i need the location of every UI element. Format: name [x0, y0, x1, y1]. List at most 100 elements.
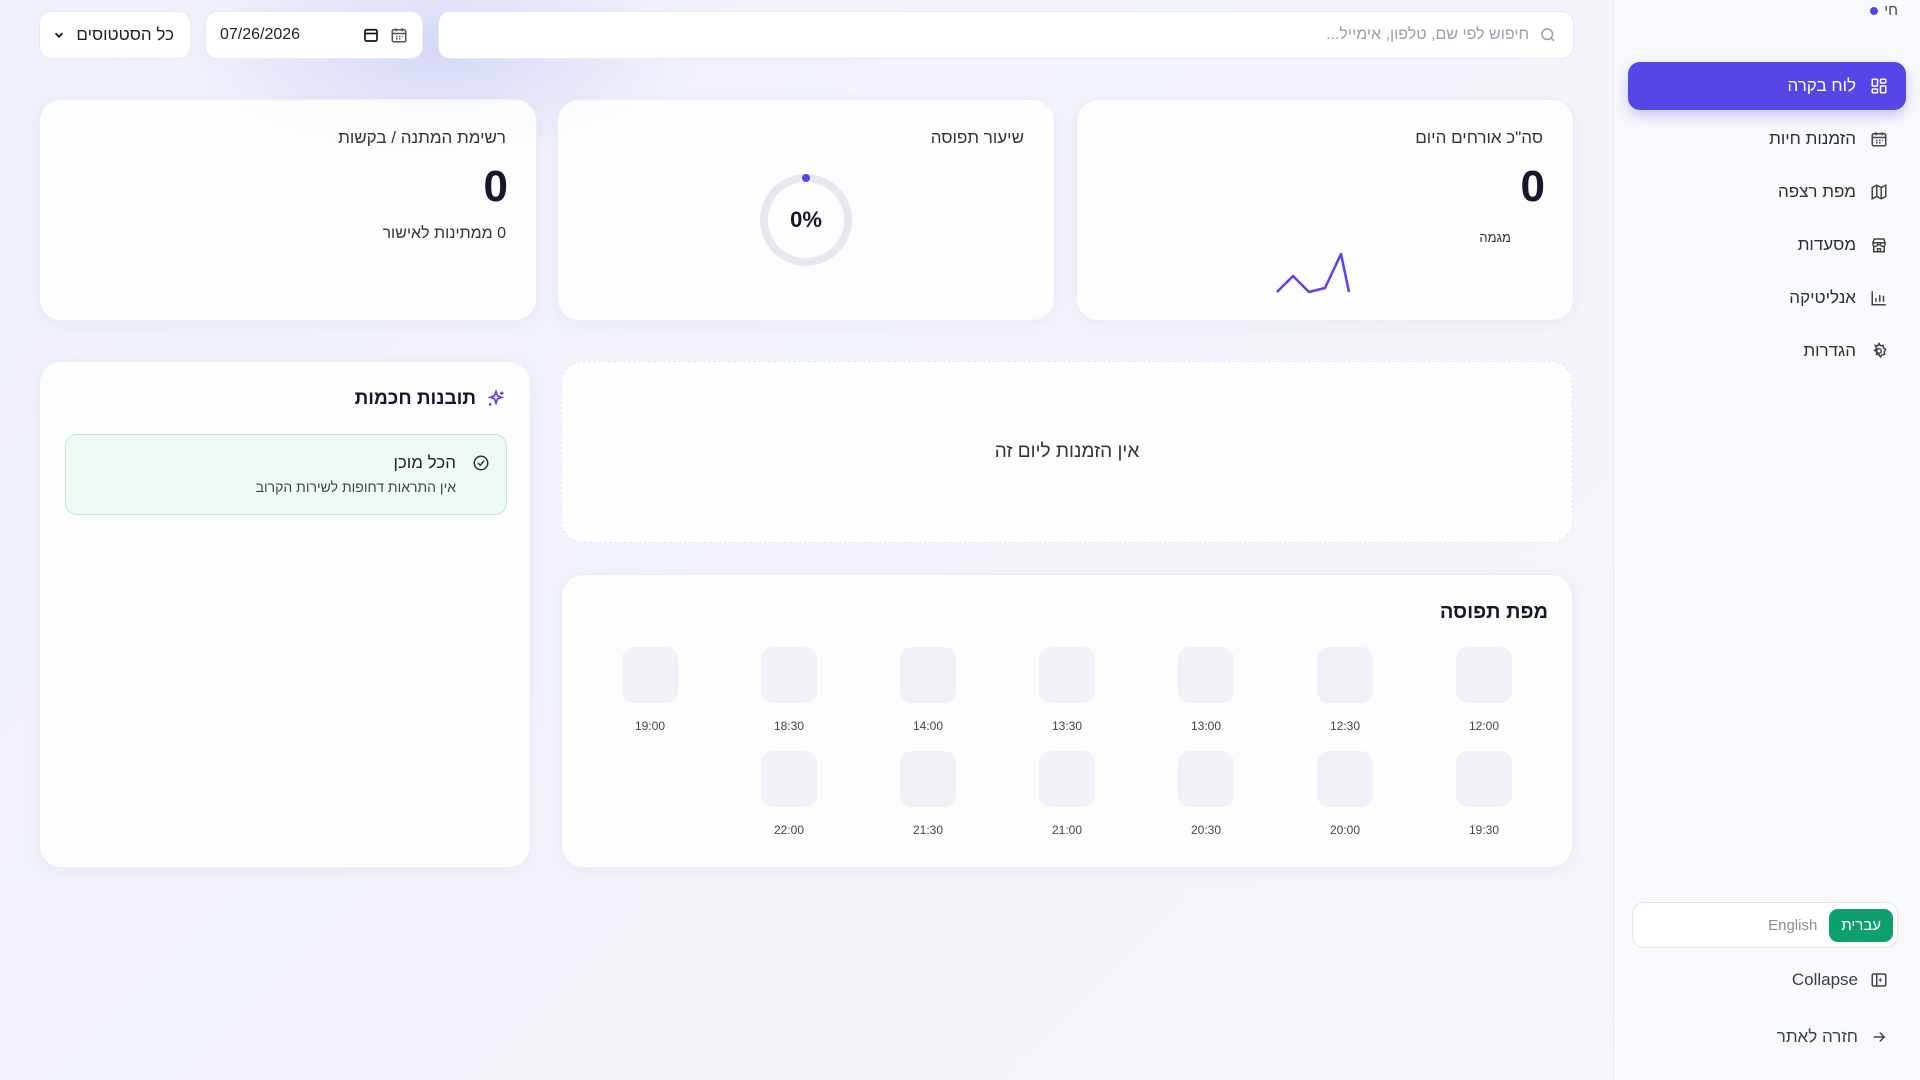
sidebar: חי לוח בקרה הזמנות חיות מפת רצפה מסעדות … — [1613, 0, 1920, 1080]
waitlist-stat-card: רשימת המתנה / בקשות 0 0 ממתינות לאישור — [39, 99, 537, 321]
insights-card: תובנות חכמות הכל מוכן אין התראות דחופות … — [39, 361, 531, 868]
time-slot-box — [1039, 751, 1095, 807]
sidebar-item-label: מסעדות — [1797, 235, 1856, 254]
time-slot-label: 21:00 — [1051, 823, 1083, 837]
map-icon — [1871, 184, 1887, 200]
time-slot-label: 12:30 — [1329, 719, 1361, 733]
search-icon — [1541, 28, 1555, 42]
time-slot-label: 20:30 — [1190, 823, 1222, 837]
search-input[interactable] — [455, 26, 1529, 44]
pending-approval-text: 0 ממתינות לאישור — [382, 225, 507, 242]
time-slot-label: 14:00 — [912, 719, 944, 733]
status-filter-select[interactable]: כל הסטטוסים — [39, 11, 191, 59]
trend-sparkline — [1276, 252, 1351, 294]
language-english-button[interactable]: English — [1768, 917, 1817, 934]
time-slot-box — [1317, 647, 1373, 703]
guests-value: 0 — [1520, 162, 1545, 211]
time-slot-label: 13:30 — [1051, 719, 1083, 733]
live-label: חי — [1884, 2, 1898, 19]
time-slot[interactable]: 20:30 — [1178, 751, 1234, 837]
occupancy-map-title: מפת תפוסה — [1439, 601, 1548, 623]
language-switcher: עברית English — [1632, 902, 1898, 948]
occupancy-title: שיעור תפוסה — [930, 128, 1024, 147]
time-slot[interactable]: 18:30 — [761, 647, 817, 733]
live-dot-icon — [1870, 6, 1879, 15]
waitlist-title: רשימת המתנה / בקשות — [338, 128, 506, 147]
time-slot[interactable]: 12:30 — [1317, 647, 1373, 733]
time-slot[interactable]: 13:30 — [1039, 647, 1095, 733]
time-slot-box — [900, 751, 956, 807]
time-slot[interactable]: 20:00 — [1317, 751, 1373, 837]
store-icon — [1872, 238, 1886, 253]
insight-item: הכל מוכן אין התראות דחופות לשירות הקרוב — [65, 434, 507, 515]
insight-description: אין התראות דחופות לשירות הקרוב — [255, 479, 456, 495]
time-slot-box — [622, 647, 678, 703]
trend-label: מגמה — [1479, 230, 1511, 245]
time-slot-label: 22:00 — [773, 823, 805, 837]
sidebar-item-live-bookings[interactable]: הזמנות חיות — [1628, 115, 1906, 163]
insight-title: הכל מוכן — [393, 453, 456, 472]
sparkles-icon — [487, 389, 505, 406]
collapse-label: Collapse — [1791, 970, 1858, 989]
guests-title: סה"כ אורחים היום — [1415, 128, 1543, 147]
time-slot-box — [1456, 647, 1512, 703]
dashboard-grid-icon — [1871, 78, 1887, 94]
chevron-down-icon — [54, 32, 64, 38]
empty-state-text: אין הזמנות ליום זה — [994, 441, 1140, 462]
occupancy-value: 0% — [790, 207, 822, 232]
time-slot-box — [1456, 751, 1512, 807]
time-slot[interactable]: 12:00 — [1456, 647, 1512, 733]
time-slot-box — [761, 647, 817, 703]
time-slot-label: 18:30 — [773, 719, 805, 733]
occupancy-stat-card: שיעור תפוסה 0% — [557, 99, 1055, 321]
search-bar — [438, 11, 1574, 59]
arrow-right-icon — [1873, 1031, 1886, 1043]
time-slot-label: 19:30 — [1468, 823, 1500, 837]
sidebar-collapse-icon — [1871, 973, 1887, 987]
sidebar-item-analytics[interactable]: אנליטיקה — [1628, 274, 1906, 322]
back-to-site-link[interactable]: חזרה לאתר — [1777, 1027, 1888, 1047]
status-filter-value: כל הסטטוסים — [76, 25, 174, 44]
time-slot[interactable]: 21:00 — [1039, 751, 1095, 837]
collapse-button[interactable]: Collapse — [1792, 970, 1888, 990]
sidebar-item-label: לוח בקרה — [1787, 76, 1856, 95]
insights-title: תובנות חכמות — [354, 388, 476, 409]
calendar-icon — [1871, 132, 1887, 147]
date-picker[interactable]: 07/26/2026 — [205, 11, 423, 59]
time-slot[interactable]: 22:00 — [761, 751, 817, 837]
time-slot-box — [1178, 751, 1234, 807]
time-slot-box — [900, 647, 956, 703]
reservations-empty-state: אין הזמנות ליום זה — [561, 361, 1573, 543]
sidebar-item-label: הגדרות — [1803, 341, 1856, 360]
time-slot[interactable]: 14:00 — [900, 647, 956, 733]
sidebar-item-label: אנליטיקה — [1789, 288, 1856, 307]
calendar-icon — [391, 28, 407, 43]
date-value: 07/26/2026 — [220, 26, 301, 43]
sidebar-item-dashboard[interactable]: לוח בקרה — [1628, 62, 1906, 110]
guests-stat-card: סה"כ אורחים היום 0 מגמה — [1076, 99, 1574, 321]
language-hebrew-button[interactable]: עברית — [1829, 908, 1893, 942]
time-slot[interactable]: 21:30 — [900, 751, 956, 837]
calendar-small-icon[interactable] — [362, 26, 380, 44]
time-slot-label: 13:00 — [1190, 719, 1222, 733]
gear-icon — [1873, 342, 1887, 359]
time-slot-box — [1178, 647, 1234, 703]
sidebar-nav: לוח בקרה הזמנות חיות מפת רצפה מסעדות אנל… — [1628, 62, 1906, 380]
sidebar-item-restaurants[interactable]: מסעדות — [1628, 221, 1906, 269]
time-slot-box — [1317, 751, 1373, 807]
time-slot-label: 21:30 — [912, 823, 944, 837]
sidebar-item-label: מפת רצפה — [1777, 182, 1856, 201]
time-slot[interactable]: 19:00 — [622, 647, 678, 733]
time-slot-label: 19:00 — [634, 719, 666, 733]
time-slot-box — [761, 751, 817, 807]
back-to-site-label: חזרה לאתר — [1776, 1027, 1858, 1046]
occupancy-map-card: מפת תפוסה 12:00 12:30 13:00 13:30 14:00 18:30… — [561, 574, 1573, 868]
time-slot[interactable]: 19:30 — [1456, 751, 1512, 837]
time-slot[interactable]: 13:00 — [1178, 647, 1234, 733]
sidebar-item-floor-map[interactable]: מפת רצפה — [1628, 168, 1906, 216]
sidebar-item-settings[interactable]: הגדרות — [1628, 327, 1906, 375]
waitlist-value: 0 — [483, 162, 508, 211]
bar-chart-icon — [1871, 291, 1886, 306]
live-indicator: חי — [1870, 2, 1898, 19]
sidebar-item-label: הזמנות חיות — [1769, 129, 1856, 148]
